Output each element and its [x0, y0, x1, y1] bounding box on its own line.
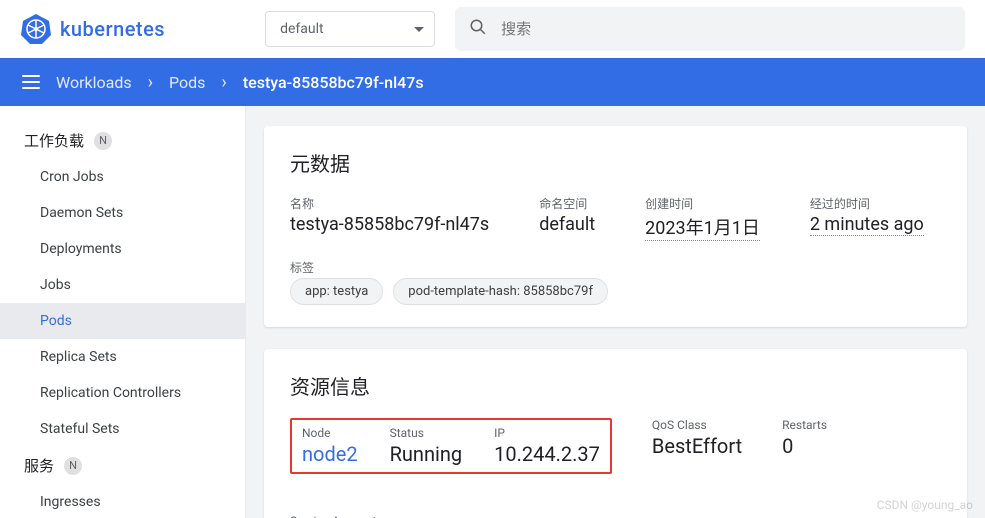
kubernetes-wheel-icon: [20, 13, 52, 45]
resource-title: 资源信息: [290, 371, 941, 400]
metadata-fields: 名称 testya-85858bc79f-nl47s 命名空间 default …: [290, 195, 941, 241]
top-bar: kubernetes default: [0, 0, 985, 58]
resource-fields: Node node2 Status Running IP 10.244.2.37…: [290, 418, 941, 518]
chevron-right-icon: ›: [221, 72, 226, 93]
field-created: 创建时间 2023年1月1日: [645, 195, 760, 241]
breadcrumb-current: testya-85858bc79f-nl47s: [243, 73, 424, 92]
field-status: Status Running: [390, 426, 463, 466]
namespace-badge: N: [64, 457, 82, 475]
chevron-right-icon: ›: [148, 72, 153, 93]
field-qos: QoS Class BestEffort: [652, 418, 742, 474]
sidebar-item-daemonsets[interactable]: Daemon Sets: [0, 195, 245, 231]
sidebar-item-replicationcontrollers[interactable]: Replication Controllers: [0, 375, 245, 411]
sidebar-item-jobs[interactable]: Jobs: [0, 267, 245, 303]
field-service-account: Service Account default: [290, 514, 376, 518]
main: 工作负载 N Cron Jobs Daemon Sets Deployments…: [0, 106, 985, 518]
node-link[interactable]: node2: [302, 442, 358, 466]
namespace-select[interactable]: default: [265, 11, 435, 47]
content-area: 元数据 名称 testya-85858bc79f-nl47s 命名空间 defa…: [246, 106, 985, 518]
field-age: 经过的时间 2 minutes ago: [810, 195, 924, 241]
chevron-down-icon: [414, 27, 424, 32]
sidebar-item-ingresses[interactable]: Ingresses: [0, 484, 245, 518]
brand-text: kubernetes: [60, 17, 165, 41]
sidebar-item-pods[interactable]: Pods: [0, 303, 245, 339]
field-restarts: Restarts 0: [782, 418, 827, 474]
highlight-box: Node node2 Status Running IP 10.244.2.37: [290, 418, 612, 474]
breadcrumb-pods[interactable]: Pods: [169, 73, 205, 92]
search-bar[interactable]: [455, 7, 965, 51]
menu-icon[interactable]: [22, 75, 40, 89]
field-namespace: 命名空间 default: [539, 195, 595, 241]
namespace-badge: N: [94, 132, 112, 150]
sidebar-item-cronjobs[interactable]: Cron Jobs: [0, 159, 245, 195]
label-chip: app: testya: [290, 278, 383, 305]
field-ip: IP 10.244.2.37: [494, 426, 600, 466]
namespace-selected: default: [280, 21, 324, 37]
brand-logo[interactable]: kubernetes: [20, 13, 165, 45]
label-chip: pod-template-hash: 85858bc79f: [393, 278, 608, 305]
search-icon: [469, 18, 487, 40]
breadcrumb-workloads[interactable]: Workloads: [56, 73, 132, 92]
sidebar: 工作负载 N Cron Jobs Daemon Sets Deployments…: [0, 106, 246, 518]
sidebar-item-deployments[interactable]: Deployments: [0, 231, 245, 267]
resource-card: 资源信息 Node node2 Status Running IP 10.244…: [264, 349, 967, 518]
metadata-title: 元数据: [290, 148, 941, 177]
sidebar-heading-workloads[interactable]: 工作负载 N: [0, 122, 245, 159]
sidebar-item-replicasets[interactable]: Replica Sets: [0, 339, 245, 375]
watermark: CSDN @young_ao: [877, 498, 973, 512]
field-node: Node node2: [302, 426, 358, 466]
metadata-card: 元数据 名称 testya-85858bc79f-nl47s 命名空间 defa…: [264, 126, 967, 327]
field-labels: 标签 app: testya pod-template-hash: 85858b…: [290, 259, 941, 305]
field-name: 名称 testya-85858bc79f-nl47s: [290, 195, 489, 241]
sidebar-heading-services[interactable]: 服务 N: [0, 447, 245, 484]
sidebar-item-statefulsets[interactable]: Stateful Sets: [0, 411, 245, 447]
breadcrumb-bar: Workloads › Pods › testya-85858bc79f-nl4…: [0, 58, 985, 106]
search-input[interactable]: [501, 21, 951, 38]
